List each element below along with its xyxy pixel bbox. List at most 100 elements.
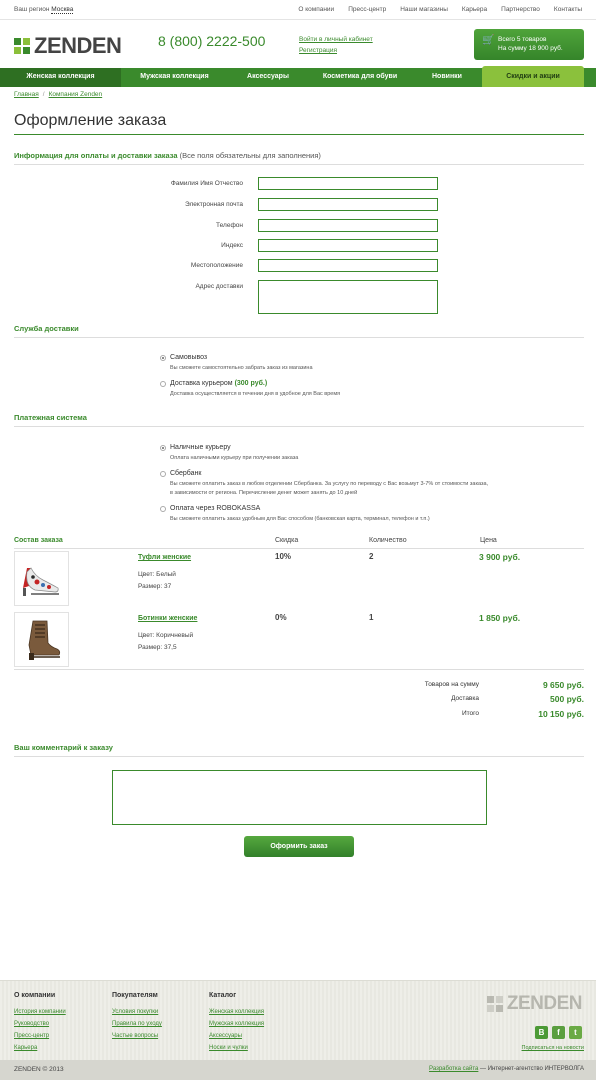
col-price: Цена: [480, 537, 497, 544]
top-link-partners[interactable]: Партнерство: [501, 6, 540, 13]
nav-men[interactable]: Мужская коллекция: [121, 68, 228, 87]
footer-col-title: О компании: [14, 992, 56, 999]
nav-accessories[interactable]: Аксессуары: [228, 68, 308, 87]
product-price: 3 900 руб.: [479, 552, 521, 562]
region-selector[interactable]: Ваш регион Москва: [14, 6, 74, 14]
product-size: Размер: 37: [138, 583, 172, 590]
email-input[interactable]: [258, 198, 438, 211]
breadcrumb: Главная / Компания Zenden: [14, 91, 103, 98]
twitter-icon[interactable]: t: [569, 1026, 582, 1039]
top-link-career[interactable]: Карьера: [462, 6, 487, 13]
address-textarea[interactable]: [258, 280, 438, 314]
comment-textarea[interactable]: [112, 770, 487, 825]
footer-col-title: Покупателям: [112, 992, 158, 999]
copyright: ZENDEN © 2013: [14, 1066, 64, 1073]
footer-link[interactable]: Мужская коллекция: [209, 1018, 264, 1030]
radio-robokassa[interactable]: [160, 506, 166, 512]
footer-link[interactable]: Руководство: [14, 1018, 66, 1030]
product-link-heels[interactable]: Туфли женские: [138, 554, 191, 561]
radio-courier[interactable]: [160, 381, 166, 387]
breadcrumb-home[interactable]: Главная: [14, 91, 39, 98]
footer-col-catalog: Каталог Женская коллекция Мужская коллек…: [209, 992, 264, 1054]
top-link-stores[interactable]: Наши магазины: [400, 6, 448, 13]
product-price: 1 850 руб.: [479, 613, 521, 623]
pickup-desc: Вы сможете самостоятельно забрать заказ …: [170, 365, 313, 371]
submit-order-button[interactable]: Оформить заказ: [244, 836, 354, 857]
location-label: Местоположение: [190, 262, 243, 269]
radio-sberbank[interactable]: [160, 471, 166, 477]
footer-link[interactable]: Женская коллекция: [209, 1006, 264, 1018]
top-link-press[interactable]: Пресс-центр: [348, 6, 386, 13]
delivery-cost-label: Доставка: [451, 695, 479, 702]
required-note: (Все поля обязательны для заполнения): [179, 151, 321, 160]
footer-link[interactable]: Аксессуары: [209, 1030, 264, 1042]
pickup-title: Самовывоз: [170, 354, 208, 361]
cash-desc: Оплата наличными курьеру при получении з…: [170, 455, 299, 461]
nav-new[interactable]: Новинки: [412, 68, 482, 87]
footer-link[interactable]: Пресс-центр: [14, 1030, 66, 1042]
fullname-label: Фамилия Имя Отчество: [170, 180, 243, 187]
totals-divider: [14, 669, 584, 670]
cart-icon: 🛒: [482, 35, 495, 46]
footer-logo-text: ZENDEN: [506, 993, 583, 1014]
radio-pickup[interactable]: [160, 355, 166, 361]
billing-heading: Информация для оплаты и доставки заказа …: [14, 151, 584, 165]
footer-link[interactable]: Условия покупки: [112, 1006, 162, 1018]
footer-link[interactable]: Носки и чулки: [209, 1042, 264, 1054]
facebook-icon[interactable]: f: [552, 1026, 565, 1039]
product-discount: 10%: [275, 552, 292, 561]
zip-input[interactable]: [258, 239, 438, 252]
phone-input[interactable]: [258, 219, 438, 232]
footer-col-buyers: Покупателям Условия покупки Правила по у…: [112, 992, 162, 1042]
sberbank-title: Сбербанк: [170, 470, 202, 477]
phone-number: 8 (800) 2222-500: [158, 33, 266, 49]
footer-link[interactable]: Правила по уходу: [112, 1018, 162, 1030]
top-link-about[interactable]: О компании: [298, 6, 334, 13]
footer-logo: ZENDEN: [486, 993, 583, 1015]
order-row: Ботинки женские Цвет: Коричневый Размер:…: [14, 612, 584, 670]
fullname-input[interactable]: [258, 177, 438, 190]
login-link[interactable]: Войти в личный кабинет: [299, 34, 373, 45]
nav-sale[interactable]: Скидки и акции: [482, 66, 584, 87]
delivery-cost-value: 500 руб.: [550, 694, 584, 704]
footer-col-company: О компании История компании Руководство …: [14, 992, 66, 1054]
footer-link[interactable]: Частые вопросы: [112, 1030, 162, 1042]
site-logo[interactable]: ZENDEN: [14, 33, 122, 59]
location-input[interactable]: [258, 259, 438, 272]
subscribe-link[interactable]: Подписаться на новости: [522, 1045, 584, 1051]
grand-total-value: 10 150 руб.: [538, 709, 584, 719]
product-image-heels[interactable]: [14, 551, 69, 606]
order-heading: Состав заказа: [14, 537, 63, 544]
order-table-header: Состав заказа Скидка Количество Цена: [14, 537, 584, 549]
robokassa-desc: Вы сможете оплатить заказ удобным для Ва…: [170, 516, 430, 522]
region-value[interactable]: Москва: [51, 6, 74, 14]
logo-text: ZENDEN: [34, 33, 122, 58]
product-quantity: 1: [369, 613, 374, 622]
cart-sum: На сумму 18 900 руб.: [498, 45, 563, 52]
phone-label: Телефон: [216, 222, 243, 229]
product-link-boots[interactable]: Ботинки женские: [138, 615, 197, 622]
product-image-boots[interactable]: [14, 612, 69, 667]
product-discount: 0%: [275, 613, 287, 622]
subtotal-value: 9 650 руб.: [542, 680, 584, 690]
footer-link[interactable]: Карьера: [14, 1042, 66, 1054]
social-links: В f t: [535, 1026, 582, 1039]
agency-link[interactable]: Разработка сайта: [429, 1066, 478, 1072]
vk-icon[interactable]: В: [535, 1026, 548, 1039]
col-quantity: Количество: [369, 537, 407, 544]
courier-desc: Доставка осуществляется в течении дня в …: [170, 391, 341, 397]
radio-cash[interactable]: [160, 445, 166, 451]
footer-link[interactable]: История компании: [14, 1006, 66, 1018]
product-color: Цвет: Коричневый: [138, 632, 194, 639]
delivery-heading: Служба доставки: [14, 324, 584, 338]
breadcrumb-company[interactable]: Компания Zenden: [49, 91, 103, 98]
payment-heading: Платежная система: [14, 413, 584, 427]
register-link[interactable]: Регистрация: [299, 45, 373, 56]
cart-widget[interactable]: 🛒 Всего 5 товаров На сумму 18 900 руб.: [474, 29, 584, 60]
top-link-contacts[interactable]: Контакты: [554, 6, 582, 13]
nav-women[interactable]: Женская коллекция: [0, 68, 121, 87]
nav-shoe-care[interactable]: Косметика для обуви: [308, 68, 412, 87]
grand-total-label: Итого: [461, 710, 479, 717]
cash-title: Наличные курьеру: [170, 444, 231, 451]
site-header: ZENDEN 8 (800) 2222-500 Войти в личный к…: [0, 20, 596, 68]
